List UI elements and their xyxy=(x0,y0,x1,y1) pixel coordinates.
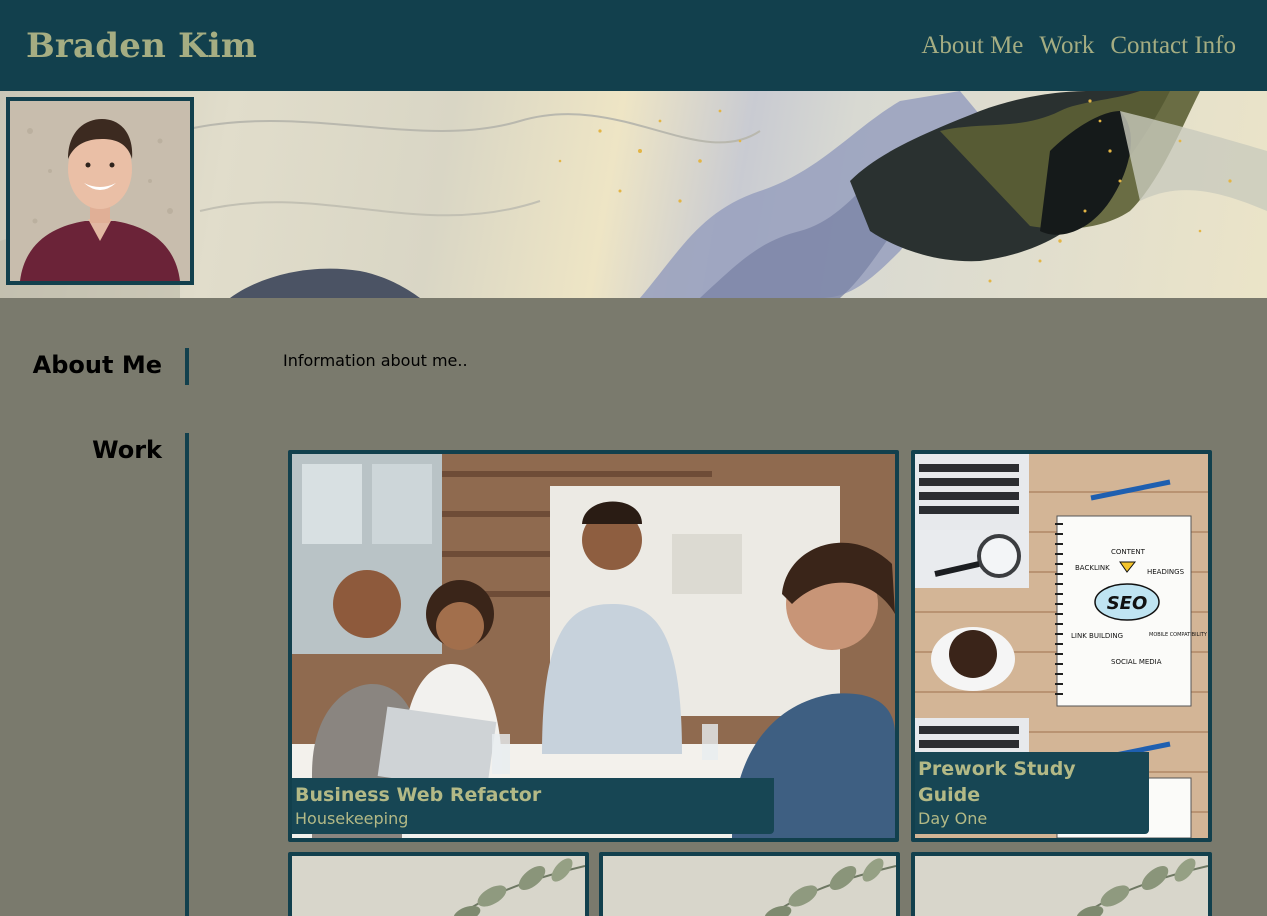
work-card-placeholder-1[interactable] xyxy=(288,852,589,916)
work-card-placeholder-3[interactable] xyxy=(911,852,1212,916)
card-title: Prework Study Guide xyxy=(918,758,1076,806)
nav-work[interactable]: Work xyxy=(1039,32,1094,60)
seo-center-text: SEO xyxy=(1107,593,1148,614)
plant-photo xyxy=(915,856,1208,916)
avatar-image xyxy=(10,101,190,281)
work-card-prework-study-guide[interactable]: SEO CONTENT BACKLINK HEADINGS LINK BUILD… xyxy=(911,450,1212,842)
nav-about-me[interactable]: About Me xyxy=(921,32,1023,60)
profile-photo xyxy=(6,97,194,285)
work-divider xyxy=(185,433,189,916)
about-divider xyxy=(185,348,189,385)
seo-label-mobile: MOBILE COMPATIBILITY xyxy=(1149,632,1208,638)
seo-label-social-media: SOCIAL MEDIA xyxy=(1111,658,1162,666)
about-me-heading: About Me xyxy=(32,351,162,379)
card-caption: Business Web Refactor Housekeeping xyxy=(292,778,774,834)
plant-photo xyxy=(292,856,585,916)
site-title[interactable]: Braden Kim xyxy=(26,26,257,66)
seo-label-headings: HEADINGS xyxy=(1147,568,1185,576)
work-card-placeholder-2[interactable] xyxy=(599,852,900,916)
site-header: Braden Kim About Me Work Contact Info xyxy=(0,0,1267,91)
card-title: Business Web Refactor xyxy=(295,784,542,806)
work-card-business-web-refactor[interactable]: Business Web Refactor Housekeeping xyxy=(288,450,899,842)
card-caption: Prework Study Guide Day One xyxy=(915,752,1149,834)
seo-label-link-building: LINK BUILDING xyxy=(1071,632,1123,640)
card-subtitle: Day One xyxy=(918,809,988,828)
card-subtitle: Housekeeping xyxy=(295,809,409,828)
work-heading: Work xyxy=(92,436,162,464)
plant-photo xyxy=(603,856,896,916)
nav-contact-info[interactable]: Contact Info xyxy=(1110,32,1236,60)
seo-label-content: CONTENT xyxy=(1111,548,1146,556)
about-me-text: Information about me.. xyxy=(283,351,468,370)
seo-label-backlink: BACKLINK xyxy=(1075,564,1110,572)
top-navigation: About Me Work Contact Info xyxy=(921,32,1236,60)
